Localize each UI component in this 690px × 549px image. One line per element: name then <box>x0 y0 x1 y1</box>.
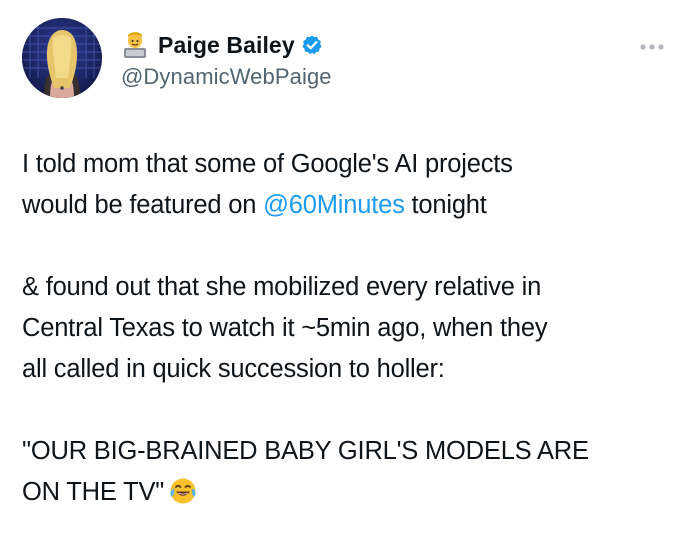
verified-badge-icon <box>301 34 323 56</box>
text-line: "OUR BIG-BRAINED BABY GIRL'S MODELS ARE <box>22 431 672 472</box>
avatar[interactable] <box>22 18 102 98</box>
tears-of-joy-emoji-icon <box>168 476 198 506</box>
display-name[interactable]: Paige Bailey <box>158 32 295 59</box>
tweet-header: Paige Bailey @DynamicWebPaige <box>121 26 332 90</box>
text-line: & found out that she mobilized every rel… <box>22 267 672 308</box>
text-line: Central Texas to watch it ~5min ago, whe… <box>22 308 672 349</box>
more-options-button[interactable] <box>638 40 668 54</box>
user-handle[interactable]: @DynamicWebPaige <box>121 64 332 90</box>
technologist-emoji-icon <box>121 30 149 60</box>
tweet-card: Paige Bailey @DynamicWebPaige I told mom… <box>0 0 690 549</box>
text-line: ON THE TV" <box>22 472 672 513</box>
text-segment: all called in quick succession to holler… <box>22 355 445 383</box>
text-segment: would be featured on <box>22 191 264 219</box>
text-segment: Central Texas to watch it ~5min ago, whe… <box>22 314 548 342</box>
text-segment: & found out that she mobilized every rel… <box>22 273 542 301</box>
text-segment: tonight <box>404 191 487 219</box>
text-line: I told mom that some of Google's AI proj… <box>22 144 672 185</box>
mention-link[interactable]: @60Minutes <box>263 191 405 219</box>
text-line: would be featured on @60Minutes tonight <box>22 185 672 226</box>
text-segment: I told mom that some of Google's AI proj… <box>22 150 513 178</box>
text-line: all called in quick succession to holler… <box>22 349 672 390</box>
text-segment: ON THE TV" <box>22 478 165 506</box>
text-segment: "OUR BIG-BRAINED BABY GIRL'S MODELS ARE <box>22 437 589 465</box>
tweet-text: I told mom that some of Google's AI proj… <box>22 144 672 513</box>
more-dots-icon <box>640 44 664 50</box>
name-row: Paige Bailey <box>121 26 332 64</box>
